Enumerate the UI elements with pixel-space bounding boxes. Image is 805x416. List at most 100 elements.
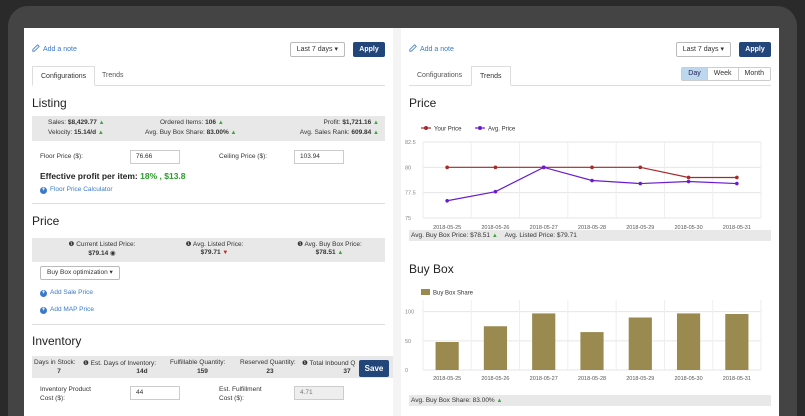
add-sale-price-link[interactable]: + Add Sale Price [40, 289, 93, 297]
date-range-label: Last 7 days [296, 46, 333, 53]
up-arrow-icon: ▲ [97, 130, 104, 136]
reserved-label: Reserved Quantity: [240, 359, 296, 366]
plus-circle-icon: + [40, 187, 47, 194]
add-note-link[interactable]: Add a note [32, 44, 77, 53]
tab-configurations[interactable]: Configurations [32, 66, 96, 86]
floor-price-input[interactable]: 76.66 [130, 150, 180, 164]
ceiling-price-input[interactable]: 103.94 [294, 150, 344, 164]
effective-profit: Effective profit per item: 18% , $13.8 [40, 171, 186, 181]
y-tick-label: 77.5 [405, 191, 416, 197]
price-metrics: ❶ Current Listed Price: $79.14 ◉ ❶ Avg. … [32, 238, 385, 262]
fulfillment-cost-input: 4.71 [294, 386, 344, 400]
avg-buy-box-price-value: $78.51 [315, 249, 336, 256]
granularity-month[interactable]: Month [737, 68, 770, 80]
data-point [638, 181, 643, 186]
inventory-heading: Inventory [32, 334, 82, 348]
up-arrow-icon: ▲ [230, 130, 237, 136]
up-arrow-icon: ▲ [373, 120, 379, 126]
bar [483, 326, 508, 370]
date-range-dropdown[interactable]: Last 7 days ▾ [675, 42, 731, 57]
date-range-dropdown[interactable]: Last 7 days ▾ [289, 42, 345, 57]
left-topbar: Add a note Last 7 days ▾ Apply [32, 42, 385, 58]
device-frame: Add a note Last 7 days ▾ Apply Configura… [0, 0, 805, 416]
x-tick-label: 2018-05-25 [433, 376, 461, 382]
sales-value: $8,429.77 [67, 119, 97, 126]
fulfillment-cost-label: Est. Fulfillment Cost ($): [219, 386, 262, 402]
velocity-value: 15.14/d [74, 129, 97, 136]
days-in-stock-label: Days in Stock: [34, 359, 76, 366]
configurations-panel: Add a note Last 7 days ▾ Apply Configura… [24, 28, 393, 416]
data-point [735, 175, 739, 180]
tab-trends[interactable]: Trends [94, 66, 132, 86]
avg-listed-price-footer: Avg. Listed Price: $79.71 [504, 232, 577, 239]
info-icon: ❶ [297, 241, 304, 248]
inventory-metrics: Days in Stock: 7 ❶ Est. Days of Inventor… [32, 356, 393, 378]
reserved-value: 23 [266, 368, 274, 375]
plus-circle-icon: + [40, 290, 47, 297]
listing-metrics: Sales: $8,429.77 ▲ Ordered Items: 106 ▲ … [32, 116, 385, 141]
bar [725, 314, 749, 370]
avg-buy-box-price-metric: $78.51 ▲ [277, 249, 382, 256]
add-note-link[interactable]: Add a note [409, 44, 454, 53]
legend-label: Your Price [434, 127, 462, 133]
x-tick-label: 2018-05-30 [675, 376, 703, 382]
data-point [590, 165, 594, 170]
data-point [686, 179, 691, 184]
avg-buy-box-share-footer: Avg. Buy Box Share: 83.00% [411, 397, 495, 404]
screen: Add a note Last 7 days ▾ Apply Configura… [24, 28, 779, 416]
avg-listed-price-value: $79.71 [200, 249, 221, 256]
lock-icon: ◉ [110, 250, 116, 257]
tab-configurations[interactable]: Configurations [409, 66, 470, 86]
velocity-metric: Velocity: 15.14/d ▲ [48, 129, 104, 136]
buy-box-chart: Buy Box Share 0 50 100 2018-05-25 2018-05-26 2… [405, 289, 762, 382]
price-heading: Price [32, 214, 60, 228]
bar [676, 313, 701, 370]
floor-price-label: Floor Price ($): [40, 153, 83, 160]
data-point [493, 189, 498, 194]
granularity-week[interactable]: Week [706, 68, 738, 80]
x-tick-label: 2018-05-28 [578, 376, 606, 382]
caret-down-icon: ▾ [109, 269, 113, 276]
y-tick-label: 50 [405, 339, 411, 345]
pricing-strategy-dropdown[interactable]: Buy Box optimization ▾ [40, 266, 120, 280]
up-arrow-icon: ▲ [98, 120, 105, 126]
data-point [445, 165, 449, 170]
save-button[interactable]: Save [359, 360, 389, 377]
bar [580, 332, 604, 370]
x-tick-label: 2018-05-27 [530, 376, 558, 382]
up-arrow-icon: ▲ [337, 250, 344, 256]
data-point [493, 165, 498, 170]
floor-price-calculator-link[interactable]: + Floor Price Calculator [40, 186, 113, 194]
y-tick-label: 100 [405, 310, 414, 316]
add-map-price-link[interactable]: + Add MAP Price [40, 306, 94, 314]
sales-rank-metric: Avg. Sales Rank: 609.84 ▲ [299, 129, 379, 136]
data-point [638, 165, 643, 170]
effective-profit-value: 18% , $13.8 [140, 171, 186, 181]
info-icon: ❶ [302, 360, 308, 367]
avg-buy-box-price-footer: Avg. Buy Box Price: $78.51 [411, 232, 491, 239]
y-tick-label: 75 [405, 216, 411, 222]
days-in-stock-value: 7 [57, 368, 61, 375]
left-tabs: Configurations Trends [32, 66, 385, 86]
buy-box-share-value: 83.00% [206, 129, 229, 136]
avg-listed-price-metric: $79.71 ▼ [167, 249, 262, 256]
price-chart-heading: Price [409, 96, 437, 110]
info-icon: ❶ [185, 241, 192, 248]
buy-box-share-metric: Avg. Buy Box Share: 83.00% ▲ [145, 129, 237, 136]
data-point [445, 198, 449, 203]
apply-button[interactable]: Apply [353, 42, 385, 57]
granularity-toggle: Day Week Month [681, 67, 771, 81]
product-cost-input[interactable]: 44 [130, 386, 180, 400]
current-price-value: $79.14 [88, 250, 109, 257]
ceiling-price-label: Ceiling Price ($): [219, 153, 268, 160]
series-line-1 [447, 166, 737, 202]
y-tick-label: 82.5 [405, 140, 416, 146]
granularity-day[interactable]: Day [682, 68, 707, 80]
buy-box-chart-heading: Buy Box [409, 262, 454, 276]
section-divider [32, 324, 385, 325]
tab-trends[interactable]: Trends [471, 66, 511, 86]
fulfillable-value: 159 [197, 368, 208, 375]
apply-button[interactable]: Apply [739, 42, 771, 57]
bar [435, 342, 459, 370]
pricing-strategy-label: Buy Box optimization [47, 269, 108, 276]
